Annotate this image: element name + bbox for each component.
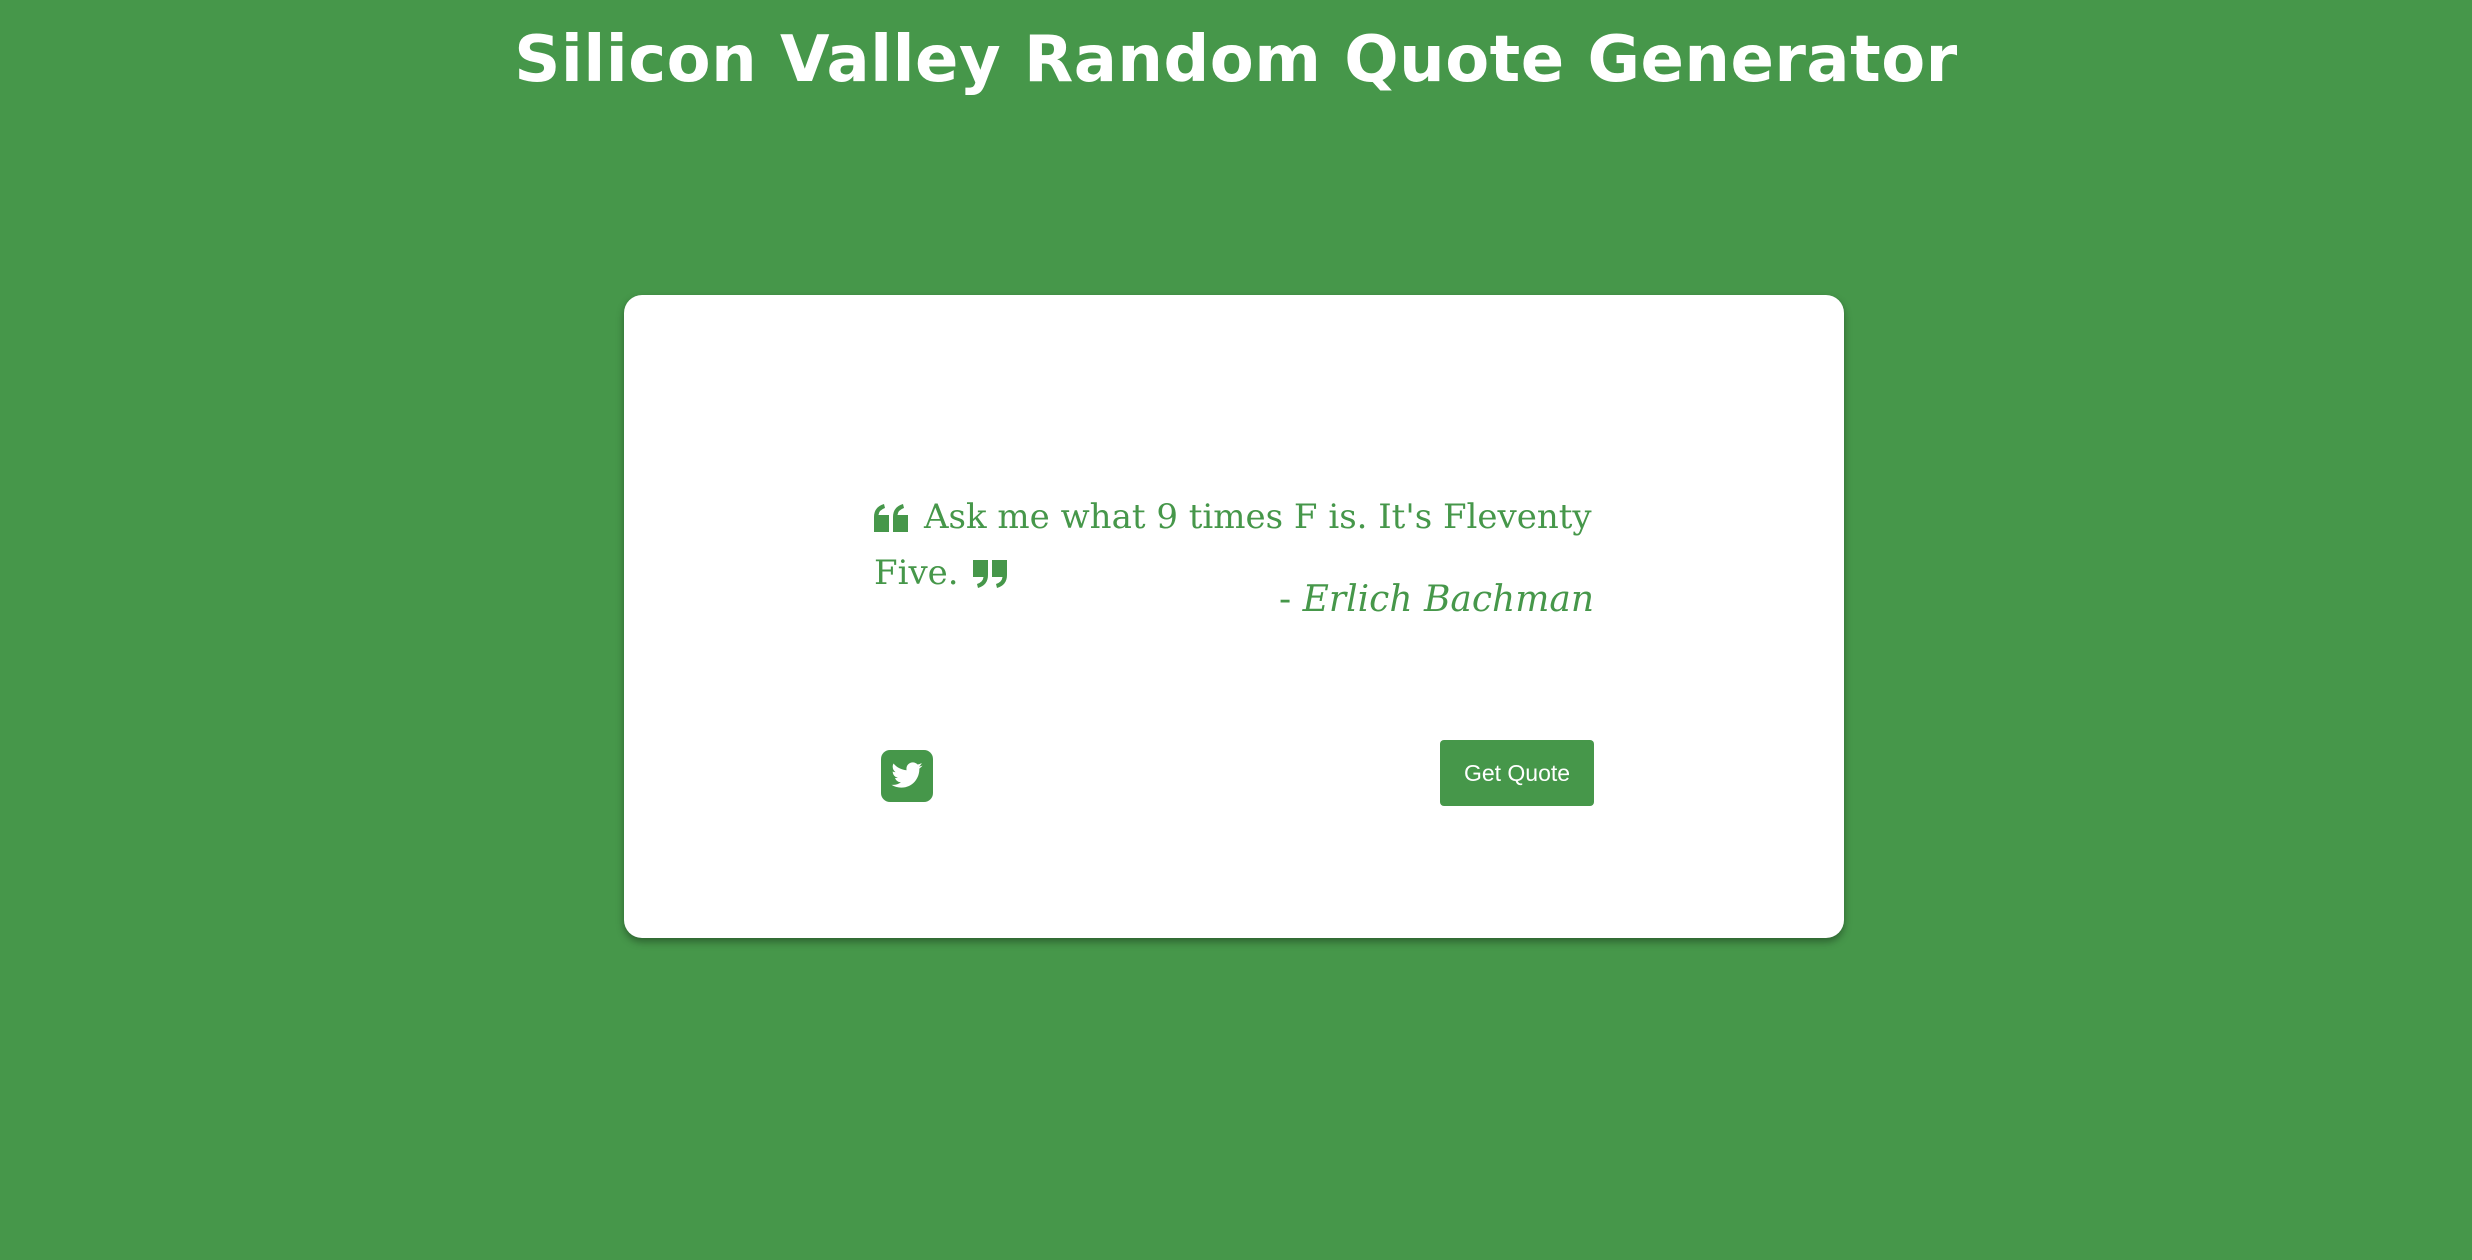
- page-title: Silicon Valley Random Quote Generator: [514, 23, 1958, 97]
- author-name: Erlich Bachman: [1302, 579, 1594, 620]
- get-quote-button[interactable]: Get Quote: [1440, 740, 1594, 806]
- quote-left-icon: [874, 498, 910, 548]
- quote-author: - Erlich Bachman: [874, 575, 1594, 625]
- quote-card: Ask me what 9 times F is. It's Fleventy …: [624, 295, 1844, 938]
- author-prefix: -: [1279, 579, 1303, 620]
- tweet-button[interactable]: [881, 750, 933, 802]
